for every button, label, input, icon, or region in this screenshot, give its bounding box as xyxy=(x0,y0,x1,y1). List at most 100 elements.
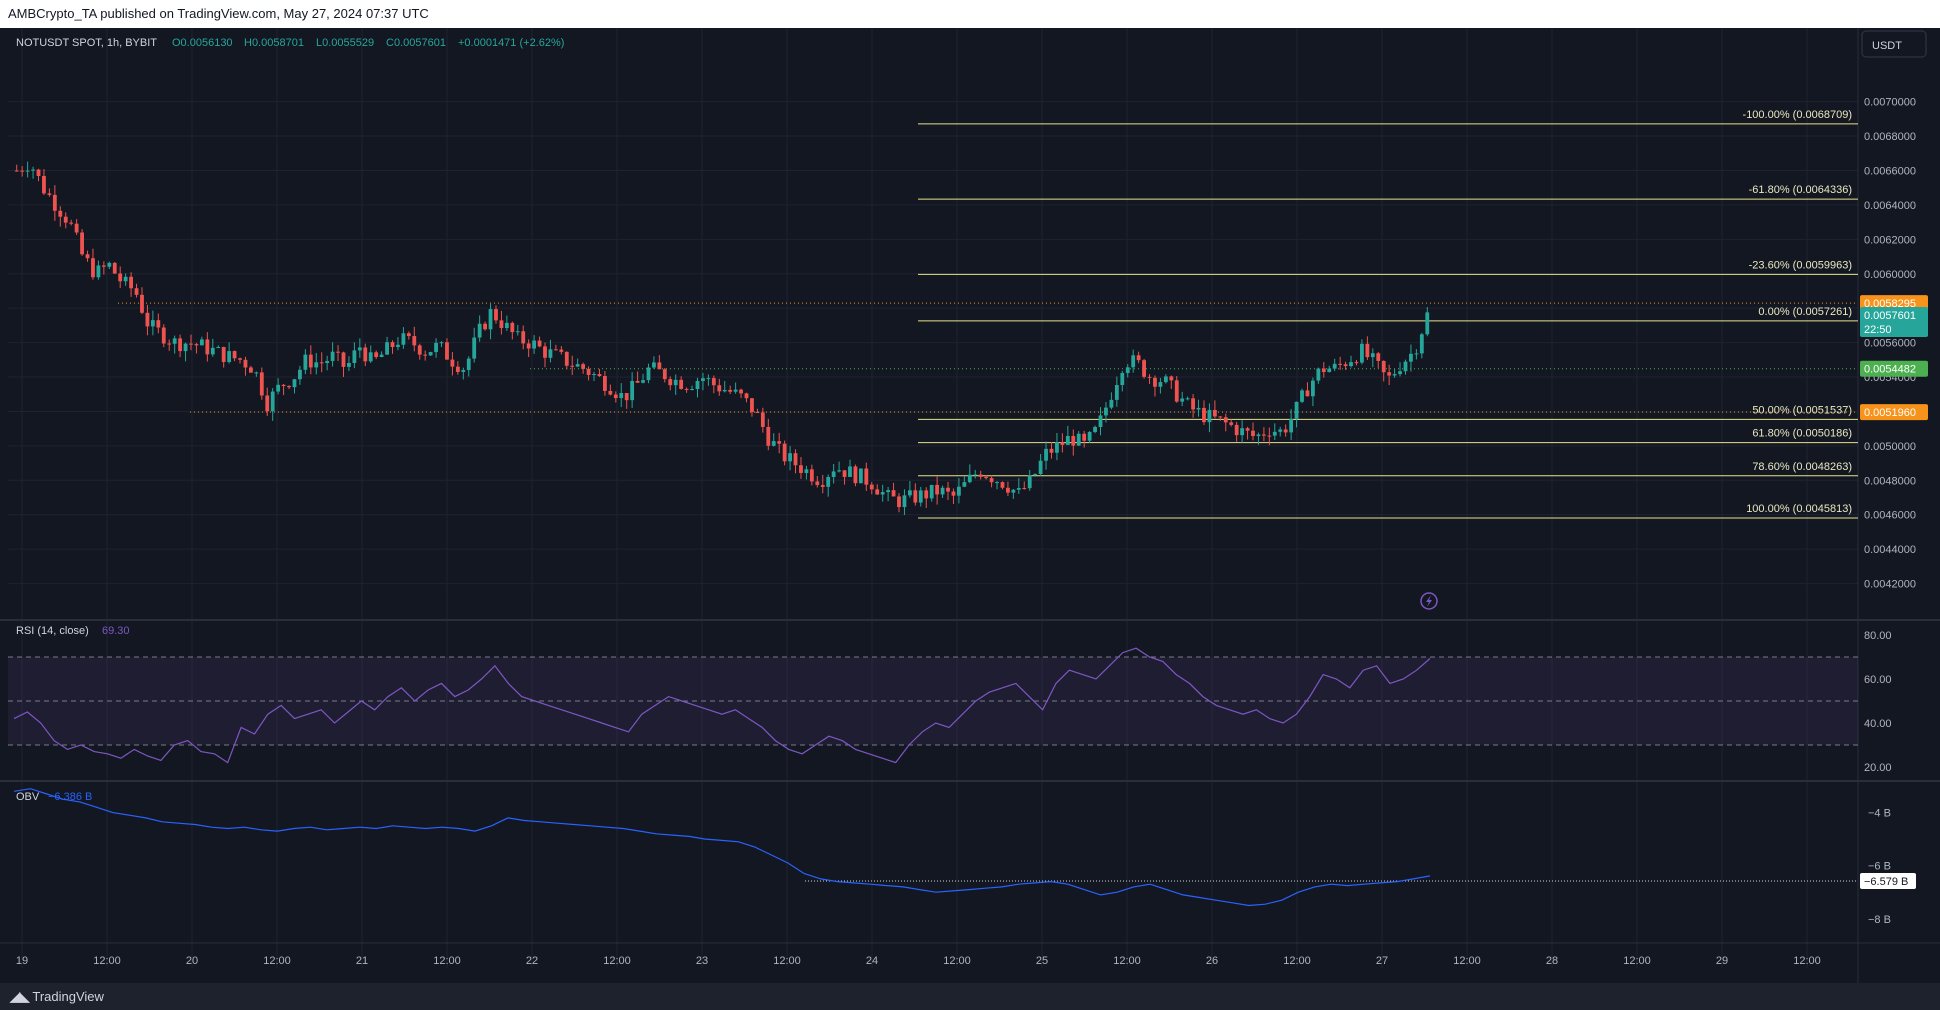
candle-body xyxy=(150,320,155,327)
candle-body xyxy=(559,349,564,352)
time-tick: 12:00 xyxy=(943,955,971,967)
time-tick: 29 xyxy=(1716,955,1728,967)
candle-body xyxy=(396,344,400,348)
price-tick: 0.0068000 xyxy=(1864,131,1916,143)
candle-body xyxy=(69,222,74,224)
price-tick: 0.0046000 xyxy=(1864,510,1916,522)
candle-body xyxy=(129,276,133,289)
candle-body xyxy=(156,320,161,328)
candle-body xyxy=(1055,442,1059,453)
candle-body xyxy=(477,323,482,338)
time-tick: 12:00 xyxy=(603,955,631,967)
candle-body xyxy=(47,193,52,195)
time-tick: 12:00 xyxy=(1453,955,1481,967)
candle-body xyxy=(1289,418,1294,433)
time-tick: 12:00 xyxy=(1623,955,1651,967)
candle-body xyxy=(733,389,738,392)
candle-body xyxy=(488,309,493,330)
candle-body xyxy=(1240,428,1245,436)
candle-body xyxy=(957,486,961,496)
rsi-value: 69.30 xyxy=(102,625,130,637)
candle-body xyxy=(1104,407,1108,416)
candle-body xyxy=(336,351,340,353)
candle-body xyxy=(570,365,575,367)
candle-body xyxy=(575,364,580,367)
time-tick: 12:00 xyxy=(433,955,461,967)
candle-body xyxy=(951,491,956,496)
candle-body xyxy=(722,389,727,392)
candle-body xyxy=(221,346,226,363)
price-tick: 0.0056000 xyxy=(1864,338,1916,350)
candle-body xyxy=(183,343,188,352)
candle-body xyxy=(254,372,259,374)
candle-body xyxy=(140,294,144,313)
candle-body xyxy=(1169,376,1174,381)
fib-label: 78.60% (0.0048263) xyxy=(1752,461,1852,473)
candle-body xyxy=(292,379,297,388)
candle-body xyxy=(842,470,847,477)
candle-body xyxy=(494,309,498,321)
horizontal-levels xyxy=(118,302,1858,413)
candle-body xyxy=(1305,390,1310,397)
candle-body xyxy=(314,362,319,368)
candle-body xyxy=(1142,360,1146,377)
rsi-pane xyxy=(8,647,1858,764)
candle-body xyxy=(259,372,264,396)
candle-body xyxy=(265,395,270,412)
candle-body xyxy=(771,441,776,446)
candle-body xyxy=(276,384,281,392)
candle-body xyxy=(1065,436,1070,445)
candle-body xyxy=(657,362,662,370)
candle-body xyxy=(1300,390,1304,402)
candle-body xyxy=(357,347,362,351)
obv-tick: −6 B xyxy=(1868,861,1891,873)
obv-value: −6.386 B xyxy=(48,791,92,803)
ohlc-close: C0.0057601 xyxy=(386,37,446,49)
candle-body xyxy=(673,379,678,386)
candle-body xyxy=(706,378,711,380)
candle-body xyxy=(679,379,684,389)
candle-body xyxy=(543,346,547,358)
candles xyxy=(14,161,1430,516)
price-tick: 0.0062000 xyxy=(1864,234,1916,246)
ohlc-low: L0.0055529 xyxy=(316,37,374,49)
candle-body xyxy=(281,384,286,386)
candle-body xyxy=(940,487,945,495)
candle-body xyxy=(63,216,68,223)
candle-body xyxy=(352,350,357,363)
candle-body xyxy=(929,484,934,499)
candle-body xyxy=(80,232,84,255)
candle-body xyxy=(592,374,596,376)
candle-body xyxy=(744,393,749,399)
candle-body xyxy=(112,262,117,274)
lightning-icon[interactable] xyxy=(1420,592,1438,610)
candle-body xyxy=(249,367,253,373)
candle-body xyxy=(564,351,569,366)
candle-body xyxy=(1093,426,1097,433)
chart-area[interactable]: -100.00% (0.0068709) -61.80% (0.0064336) -… xyxy=(0,28,1940,983)
candle-body xyxy=(809,469,814,482)
price-tick: 0.0064000 xyxy=(1864,200,1916,212)
candle-body xyxy=(423,354,428,356)
candle-body xyxy=(406,333,411,337)
rsi-tick: 60.00 xyxy=(1864,674,1892,686)
price-tick: 0.0050000 xyxy=(1864,441,1916,453)
candle-body xyxy=(537,340,542,347)
candle-body xyxy=(1370,353,1375,358)
time-tick: 20 xyxy=(186,955,198,967)
candle-body xyxy=(1022,488,1027,490)
candle-body xyxy=(755,412,760,414)
price-tick: 0.0044000 xyxy=(1864,544,1916,556)
candle-body xyxy=(924,490,929,499)
obv-line xyxy=(13,788,1431,907)
candle-body xyxy=(701,378,705,382)
fib-label: 50.00% (0.0051537) xyxy=(1752,404,1852,416)
candle-body xyxy=(635,380,640,383)
candle-body xyxy=(101,265,106,267)
candle-body xyxy=(766,426,771,446)
candle-body xyxy=(662,369,667,380)
candle-body xyxy=(1174,380,1179,402)
candle-body xyxy=(216,346,221,348)
candle-body xyxy=(853,466,858,484)
candle-body xyxy=(1006,487,1010,493)
